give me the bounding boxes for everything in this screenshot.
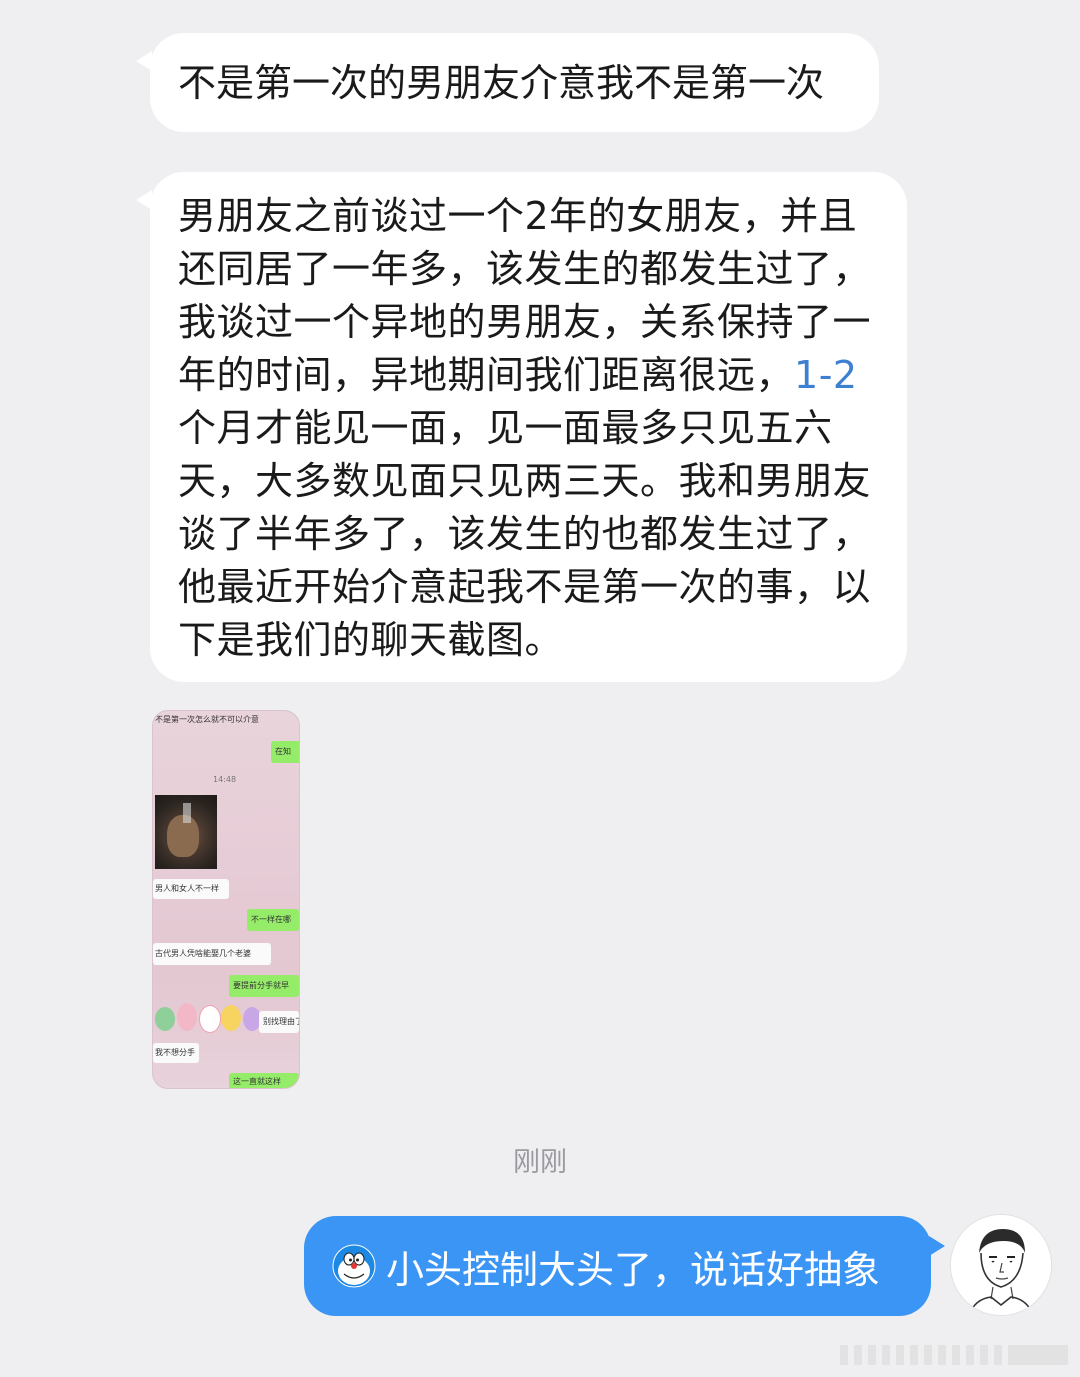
thumb-text: 古代男人凭啥能娶几个老婆 [155, 949, 251, 958]
thumb-sticker-row [153, 999, 263, 1039]
chat-screenshot-thumbnail[interactable]: 不是第一次怎么就不可以介意 在知 14:48 男人和女人不一样 不一样在哪 古代… [152, 710, 300, 1089]
thumb-white-bubble: 别找理由了 [259, 1011, 299, 1033]
message-text-cont: 个月才能见一面，见一面最多只见五六天，大多数见面只见两三天。我和男朋友谈了半年多… [178, 406, 872, 662]
thumb-white-bubble: 男人和女人不一样 [153, 879, 229, 899]
thumb-green-bubble: 不一样在哪 [247, 909, 299, 931]
doraemon-icon [332, 1244, 376, 1288]
number-link[interactable]: 1-2 [794, 353, 858, 397]
thumb-photo [155, 795, 217, 869]
message-bubble-title[interactable]: 不是第一次的男朋友介意我不是第一次 [136, 33, 879, 132]
thumb-text: 别找理由了 [263, 1017, 300, 1026]
thumb-text: 不是第一次怎么就不可以介意 [155, 715, 259, 724]
thumb-text: 男人和女人不一样 [155, 884, 219, 893]
message-text: 男朋友之前谈过一个2年的女朋友，并且还同居了一年多，该发生的都发生过了，我谈过一… [178, 194, 872, 397]
thumb-text: 在知 [275, 747, 291, 756]
thumb-green-bubble: 在知 [271, 741, 299, 763]
thumb-time: 14:48 [213, 775, 237, 784]
message-text: 不是第一次的男朋友介意我不是第一次 [178, 61, 825, 105]
thumb-text: 不一样在哪 [251, 915, 291, 924]
message-bubble-body[interactable]: 男朋友之前谈过一个2年的女朋友，并且还同居了一年多，该发生的都发生过了，我谈过一… [136, 172, 907, 682]
watermark [840, 1345, 1068, 1365]
thumb-text: 要提前分手就早 [233, 981, 289, 990]
thumb-text: 这一直就这样 [233, 1077, 281, 1086]
thumb-text: 我不想分手 [155, 1048, 195, 1057]
thumb-white-bubble: 古代男人凭啥能娶几个老婆 [153, 943, 271, 965]
thumb-green-bubble: 要提前分手就早 [229, 975, 299, 997]
thumb-green-bubble: 这一直就这样 [229, 1073, 299, 1088]
timestamp: 刚刚 [513, 1147, 567, 1178]
avatar[interactable] [950, 1214, 1052, 1316]
message-bubble-reply[interactable]: 小头控制大头了，说话好抽象 [304, 1216, 945, 1316]
message-text: 小头控制大头了，说话好抽象 [386, 1247, 881, 1292]
thumb-white-bubble: 我不想分手 [153, 1043, 199, 1063]
avatar-sketch-icon [951, 1215, 1051, 1315]
